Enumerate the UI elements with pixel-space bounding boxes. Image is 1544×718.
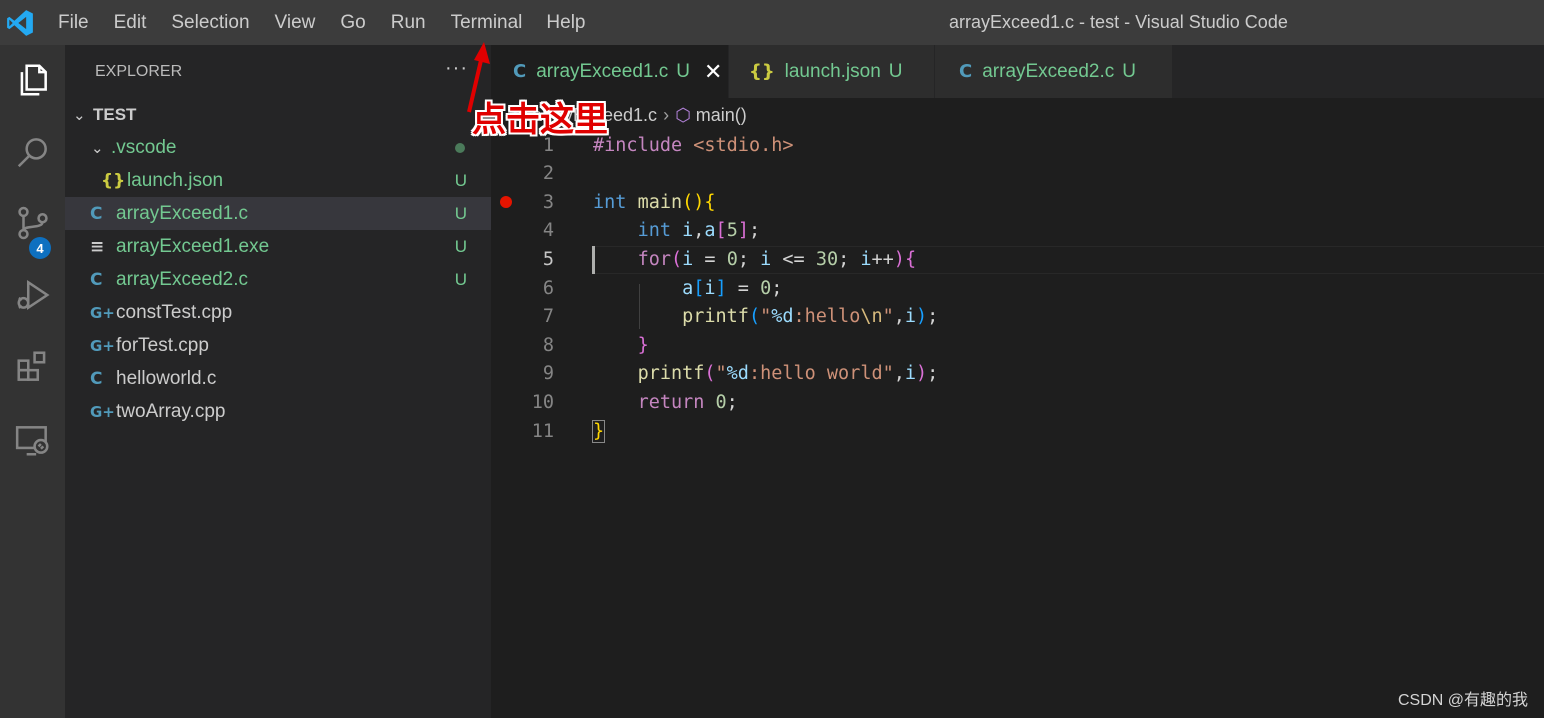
editor-tabs: C arrayExceed1.c U ✕ {} launch.json U C … [491, 45, 1544, 98]
extensions-icon [16, 351, 45, 381]
untracked-status: U [454, 170, 467, 190]
activity-bar: 4 [0, 45, 65, 718]
code-line: 9 printf("%d:hello world",i); [542, 363, 939, 384]
code-line-current: 5 for(i = 0; i <= 30; i++){ [542, 249, 917, 270]
symbol-method-icon: ⬡ [675, 104, 691, 125]
window-title: arrayExceed1.c - test - Visual Studio Co… [949, 12, 1288, 32]
source-control-icon [17, 206, 48, 240]
untracked-status: U [888, 60, 903, 82]
json-file-icon: {} [101, 170, 126, 191]
tree-item-arrayexceed1-exe[interactable]: ≡ arrayExceed1.exe U [65, 230, 491, 263]
code-line: 8 } [542, 335, 649, 356]
untracked-status: U [454, 269, 467, 289]
menu-help[interactable]: Help [546, 12, 585, 34]
c-file-icon: C [90, 269, 103, 290]
code-line: 1 #include <stdio.h> [542, 135, 794, 156]
binary-file-icon: ≡ [90, 236, 105, 257]
watermark: CSDN @有趣的我 [1397, 692, 1528, 709]
tree-item-helloworld-c[interactable]: C helloworld.c [65, 362, 491, 395]
code-line: 2 [542, 163, 554, 184]
menu-view[interactable]: View [275, 12, 316, 34]
tree-item-vscode[interactable]: ⌄ .vscode [65, 131, 491, 164]
breadcrumb-symbol[interactable]: main() [696, 105, 747, 126]
close-icon[interactable]: ✕ [704, 59, 722, 85]
code-line: 7 printf("%d:hello\n",i); [542, 306, 939, 327]
untracked-status: U [1122, 60, 1136, 82]
tab-label: arrayExceed2.c [982, 60, 1115, 82]
menu-bar: File Edit Selection View Go Run Terminal… [58, 0, 611, 45]
activity-remote-explorer[interactable] [0, 410, 65, 470]
run-debug-icon [16, 279, 50, 311]
tree-item-label: forTest.cpp [116, 334, 209, 356]
vscode-logo-icon[interactable] [6, 9, 34, 37]
explorer-title: EXPLORER [95, 63, 183, 80]
code-line: 3 int main(){ [542, 192, 716, 213]
modified-dot-icon [455, 142, 465, 153]
annotation-label: 点击这里 [472, 100, 608, 140]
untracked-status: U [454, 203, 467, 223]
tree-item-label: arrayExceed2.c [116, 268, 249, 290]
c-file-icon: C [90, 203, 103, 224]
c-file-icon: C [90, 368, 103, 389]
json-file-icon: {} [749, 61, 775, 82]
tab-arrayexceed1-c[interactable]: C arrayExceed1.c U ✕ [491, 45, 729, 98]
untracked-status: U [454, 236, 467, 256]
code-line: 11} [531, 420, 606, 443]
tree-item-arrayexceed1-c[interactable]: C arrayExceed1.c U [65, 197, 491, 230]
chevron-right-icon: › [663, 104, 670, 125]
cpp-file-icon: G+ [90, 336, 115, 355]
tree-item-label: arrayExceed1.c [116, 202, 249, 224]
remote-explorer-icon [15, 426, 49, 456]
activity-explorer[interactable] [0, 50, 65, 110]
menu-selection[interactable]: Selection [171, 12, 249, 34]
source-control-badge: 4 [29, 237, 51, 259]
tab-label: launch.json [784, 60, 881, 82]
c-file-icon: C [513, 61, 527, 82]
folder-label: TEST [93, 104, 137, 124]
explorer-sidebar: EXPLORER ··· ⌄ TEST ⌄ .vscode {} launch.… [65, 45, 491, 718]
cpp-file-icon: G+ [90, 402, 115, 421]
explorer-icon [20, 64, 47, 96]
untracked-status: U [676, 60, 690, 82]
code-line: 10 return 0; [531, 392, 738, 413]
code-line: 6 a[i] = 0; [542, 278, 783, 299]
tree-item-label: arrayExceed1.exe [116, 235, 270, 257]
c-file-icon: C [959, 61, 973, 82]
activity-run-debug[interactable] [0, 265, 65, 325]
tree-item-arrayexceed2-c[interactable]: C arrayExceed2.c U [65, 263, 491, 296]
tree-item-twoarray-cpp[interactable]: G+ twoArray.cpp [65, 395, 491, 428]
tree-item-label: twoArray.cpp [116, 400, 226, 422]
tab-launch-json[interactable]: {} launch.json U [729, 45, 935, 98]
folder-test[interactable]: ⌄ TEST [65, 98, 491, 131]
code-editor[interactable]: 1 #include <stdio.h> 2 3 int main(){ 4 int… [491, 132, 1544, 718]
tree-item-label: helloworld.c [116, 367, 217, 389]
tree-item-label: launch.json [127, 169, 224, 191]
activity-source-control[interactable]: 4 [0, 193, 65, 259]
tab-arrayexceed2-c[interactable]: C arrayExceed2.c U [935, 45, 1173, 98]
tree-item-label: constTest.cpp [116, 301, 233, 323]
chevron-down-icon: ⌄ [73, 106, 86, 124]
menu-go[interactable]: Go [340, 12, 365, 34]
code-line: 4 int i,a[5]; [542, 220, 761, 241]
menu-run[interactable]: Run [391, 12, 426, 34]
tree-item-launch-json[interactable]: {} launch.json U [65, 164, 491, 197]
menu-edit[interactable]: Edit [114, 12, 147, 34]
activity-search[interactable] [0, 122, 65, 182]
activity-extensions[interactable] [0, 337, 65, 397]
cpp-file-icon: G+ [90, 303, 115, 322]
menu-file[interactable]: File [58, 12, 89, 34]
chevron-down-icon: ⌄ [91, 139, 104, 157]
tab-label: arrayExceed1.c [536, 60, 669, 82]
menu-terminal[interactable]: Terminal [451, 12, 523, 34]
tree-item-consttest-cpp[interactable]: G+ constTest.cpp [65, 296, 491, 329]
tree-item-label: .vscode [111, 136, 177, 158]
title-bar: File Edit Selection View Go Run Terminal… [0, 0, 1544, 45]
search-icon [17, 138, 47, 168]
tree-item-fortest-cpp[interactable]: G+ forTest.cpp [65, 329, 491, 362]
